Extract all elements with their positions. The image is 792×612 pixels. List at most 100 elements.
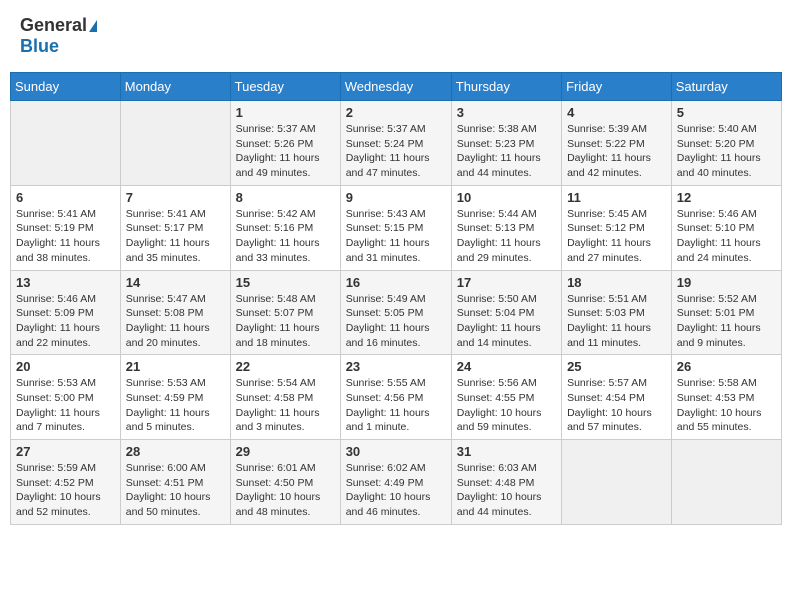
calendar-day-cell: 30Sunrise: 6:02 AMSunset: 4:49 PMDayligh… (340, 440, 451, 525)
calendar-header-row: SundayMondayTuesdayWednesdayThursdayFrid… (11, 73, 782, 101)
day-number: 5 (677, 105, 776, 120)
calendar-day-cell: 16 Sunrise: 5:49 AMSunset: 5:05 PMDayligh… (340, 270, 451, 355)
day-number: 12 (677, 190, 776, 205)
day-number: 11 (567, 190, 666, 205)
day-info: Sunrise: 5:53 AMSunset: 5:00 PMDaylight:… (16, 376, 115, 435)
calendar-day-cell: 1 Sunrise: 5:37 AMSunset: 5:26 PMDaylight… (230, 101, 340, 186)
calendar-week-row: 20 Sunrise: 5:53 AMSunset: 5:00 PMDayligh… (11, 355, 782, 440)
calendar-day-cell: 12 Sunrise: 5:46 AMSunset: 5:10 PMDayligh… (671, 185, 781, 270)
day-number: 31 (457, 444, 556, 459)
day-info: Sunrise: 6:03 AMSunset: 4:48 PMDaylight:… (457, 461, 556, 520)
day-number: 23 (346, 359, 446, 374)
day-number: 29 (236, 444, 335, 459)
calendar-day-cell: 2 Sunrise: 5:37 AMSunset: 5:24 PMDaylight… (340, 101, 451, 186)
day-number: 27 (16, 444, 115, 459)
calendar-table: SundayMondayTuesdayWednesdayThursdayFrid… (10, 72, 782, 525)
calendar-day-cell: 15 Sunrise: 5:48 AMSunset: 5:07 PMDayligh… (230, 270, 340, 355)
day-number: 13 (16, 275, 115, 290)
day-info: Sunrise: 5:37 AMSunset: 5:26 PMDaylight:… (236, 122, 335, 181)
calendar-day-cell: 20 Sunrise: 5:53 AMSunset: 5:00 PMDayligh… (11, 355, 121, 440)
day-info: Sunrise: 5:38 AMSunset: 5:23 PMDaylight:… (457, 122, 556, 181)
day-number: 14 (126, 275, 225, 290)
calendar-day-cell (562, 440, 672, 525)
day-number: 7 (126, 190, 225, 205)
calendar-week-row: 6Sunrise: 5:41 AMSunset: 5:19 PMDaylight… (11, 185, 782, 270)
calendar-day-cell: 4Sunrise: 5:39 AMSunset: 5:22 PMDaylight… (562, 101, 672, 186)
calendar-day-cell: 13 Sunrise: 5:46 AMSunset: 5:09 PMDayligh… (11, 270, 121, 355)
day-info: Sunrise: 6:00 AMSunset: 4:51 PMDaylight:… (126, 461, 225, 520)
calendar-day-cell: 10Sunrise: 5:44 AMSunset: 5:13 PMDayligh… (451, 185, 561, 270)
calendar-day-cell: 17 Sunrise: 5:50 AMSunset: 5:04 PMDayligh… (451, 270, 561, 355)
calendar-day-cell: 14 Sunrise: 5:47 AMSunset: 5:08 PMDayligh… (120, 270, 230, 355)
calendar-day-cell: 22 Sunrise: 5:54 AMSunset: 4:58 PMDayligh… (230, 355, 340, 440)
day-info: Sunrise: 5:59 AMSunset: 4:52 PMDaylight:… (16, 461, 115, 520)
day-info: Sunrise: 5:55 AMSunset: 4:56 PMDaylight:… (346, 376, 446, 435)
day-info: Sunrise: 5:39 AMSunset: 5:22 PMDaylight:… (567, 122, 666, 181)
calendar-day-cell: 28Sunrise: 6:00 AMSunset: 4:51 PMDayligh… (120, 440, 230, 525)
calendar-week-row: 1 Sunrise: 5:37 AMSunset: 5:26 PMDaylight… (11, 101, 782, 186)
day-number: 16 (346, 275, 446, 290)
calendar-day-cell: 23 Sunrise: 5:55 AMSunset: 4:56 PMDayligh… (340, 355, 451, 440)
day-info: Sunrise: 5:54 AMSunset: 4:58 PMDaylight:… (236, 376, 335, 435)
day-info: Sunrise: 5:57 AMSunset: 4:54 PMDaylight:… (567, 376, 666, 435)
day-info: Sunrise: 5:41 AMSunset: 5:19 PMDaylight:… (16, 207, 115, 266)
logo-general-text: General (20, 15, 87, 36)
calendar-day-cell (671, 440, 781, 525)
day-of-week-header: Saturday (671, 73, 781, 101)
day-number: 3 (457, 105, 556, 120)
calendar-day-cell: 3 Sunrise: 5:38 AMSunset: 5:23 PMDaylight… (451, 101, 561, 186)
calendar-day-cell: 19 Sunrise: 5:52 AMSunset: 5:01 PMDayligh… (671, 270, 781, 355)
day-number: 20 (16, 359, 115, 374)
day-of-week-header: Sunday (11, 73, 121, 101)
calendar-week-row: 13 Sunrise: 5:46 AMSunset: 5:09 PMDayligh… (11, 270, 782, 355)
day-number: 22 (236, 359, 335, 374)
day-info: Sunrise: 5:49 AMSunset: 5:05 PMDaylight:… (346, 292, 446, 351)
day-info: Sunrise: 5:41 AMSunset: 5:17 PMDaylight:… (126, 207, 225, 266)
day-info: Sunrise: 5:50 AMSunset: 5:04 PMDaylight:… (457, 292, 556, 351)
day-of-week-header: Wednesday (340, 73, 451, 101)
day-info: Sunrise: 5:46 AMSunset: 5:10 PMDaylight:… (677, 207, 776, 266)
day-of-week-header: Monday (120, 73, 230, 101)
calendar-day-cell: 9 Sunrise: 5:43 AMSunset: 5:15 PMDaylight… (340, 185, 451, 270)
day-info: Sunrise: 5:45 AMSunset: 5:12 PMDaylight:… (567, 207, 666, 266)
day-number: 2 (346, 105, 446, 120)
day-info: Sunrise: 5:46 AMSunset: 5:09 PMDaylight:… (16, 292, 115, 351)
day-info: Sunrise: 5:37 AMSunset: 5:24 PMDaylight:… (346, 122, 446, 181)
day-number: 15 (236, 275, 335, 290)
day-of-week-header: Friday (562, 73, 672, 101)
calendar-day-cell: 24Sunrise: 5:56 AMSunset: 4:55 PMDayligh… (451, 355, 561, 440)
page-header: General Blue (10, 10, 782, 62)
day-info: Sunrise: 5:52 AMSunset: 5:01 PMDaylight:… (677, 292, 776, 351)
day-info: Sunrise: 5:53 AMSunset: 4:59 PMDaylight:… (126, 376, 225, 435)
day-number: 18 (567, 275, 666, 290)
calendar-day-cell: 31 Sunrise: 6:03 AMSunset: 4:48 PMDayligh… (451, 440, 561, 525)
day-number: 9 (346, 190, 446, 205)
calendar-day-cell: 26 Sunrise: 5:58 AMSunset: 4:53 PMDayligh… (671, 355, 781, 440)
day-of-week-header: Tuesday (230, 73, 340, 101)
day-info: Sunrise: 5:58 AMSunset: 4:53 PMDaylight:… (677, 376, 776, 435)
calendar-week-row: 27 Sunrise: 5:59 AMSunset: 4:52 PMDayligh… (11, 440, 782, 525)
calendar-day-cell: 18 Sunrise: 5:51 AMSunset: 5:03 PMDayligh… (562, 270, 672, 355)
calendar-day-cell: 29 Sunrise: 6:01 AMSunset: 4:50 PMDayligh… (230, 440, 340, 525)
calendar-day-cell: 6Sunrise: 5:41 AMSunset: 5:19 PMDaylight… (11, 185, 121, 270)
day-info: Sunrise: 5:40 AMSunset: 5:20 PMDaylight:… (677, 122, 776, 181)
calendar-day-cell: 5 Sunrise: 5:40 AMSunset: 5:20 PMDaylight… (671, 101, 781, 186)
day-number: 10 (457, 190, 556, 205)
day-info: Sunrise: 5:56 AMSunset: 4:55 PMDaylight:… (457, 376, 556, 435)
day-number: 26 (677, 359, 776, 374)
day-info: Sunrise: 6:01 AMSunset: 4:50 PMDaylight:… (236, 461, 335, 520)
calendar-day-cell: 25Sunrise: 5:57 AMSunset: 4:54 PMDayligh… (562, 355, 672, 440)
calendar-day-cell: 11 Sunrise: 5:45 AMSunset: 5:12 PMDayligh… (562, 185, 672, 270)
day-info: Sunrise: 5:48 AMSunset: 5:07 PMDaylight:… (236, 292, 335, 351)
calendar-day-cell: 8Sunrise: 5:42 AMSunset: 5:16 PMDaylight… (230, 185, 340, 270)
day-number: 1 (236, 105, 335, 120)
day-info: Sunrise: 5:43 AMSunset: 5:15 PMDaylight:… (346, 207, 446, 266)
calendar-day-cell: 21Sunrise: 5:53 AMSunset: 4:59 PMDayligh… (120, 355, 230, 440)
day-info: Sunrise: 5:51 AMSunset: 5:03 PMDaylight:… (567, 292, 666, 351)
calendar-day-cell (120, 101, 230, 186)
day-number: 19 (677, 275, 776, 290)
day-number: 30 (346, 444, 446, 459)
day-number: 8 (236, 190, 335, 205)
day-number: 17 (457, 275, 556, 290)
day-info: Sunrise: 5:47 AMSunset: 5:08 PMDaylight:… (126, 292, 225, 351)
